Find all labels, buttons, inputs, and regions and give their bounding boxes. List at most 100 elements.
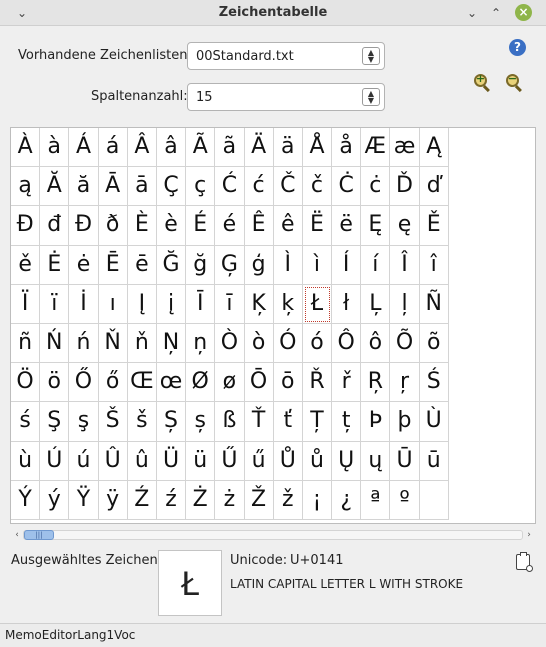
char-cell[interactable]: Đ (11, 206, 41, 246)
char-cell[interactable]: Ő (69, 363, 99, 403)
scroll-track[interactable] (23, 530, 523, 540)
char-cell[interactable]: ę (390, 206, 420, 246)
char-cell[interactable]: ø (215, 363, 245, 403)
char-cell[interactable] (419, 480, 449, 520)
char-cell[interactable]: Ë (302, 206, 333, 246)
char-cell[interactable]: Ů (273, 441, 303, 481)
char-cell[interactable]: ů (302, 441, 333, 481)
column-count-select[interactable]: 15 ▲ ▼ (187, 83, 385, 111)
char-cell[interactable]: œ (156, 363, 187, 403)
char-cell[interactable]: Ș (156, 402, 187, 442)
char-cell[interactable]: ä (273, 128, 303, 168)
scroll-thumb[interactable]: ||| (24, 530, 54, 540)
char-cell[interactable]: õ (419, 323, 449, 364)
char-cell[interactable]: ō (273, 363, 303, 403)
char-cell[interactable]: Ã (186, 128, 216, 168)
char-cell[interactable]: Ż (186, 480, 216, 520)
char-cell[interactable]: Č (273, 167, 303, 207)
char-cell[interactable]: É (186, 206, 216, 246)
minimize-icon[interactable]: ⌄ (462, 3, 482, 23)
char-cell[interactable]: ė (69, 245, 99, 285)
char-cell[interactable]: ģ (244, 245, 274, 285)
char-cell[interactable]: º (390, 480, 420, 520)
char-cell[interactable]: ¿ (332, 480, 362, 520)
char-cell[interactable]: Ď (390, 167, 420, 207)
char-cell[interactable]: Ț (302, 402, 333, 442)
char-cell[interactable]: ğ (186, 245, 216, 285)
char-cell[interactable]: Ý (11, 480, 41, 520)
char-cell[interactable]: Ę (361, 206, 391, 246)
char-cell[interactable]: Į (127, 284, 157, 324)
char-cell[interactable]: ç (186, 167, 216, 207)
char-cell[interactable]: Ě (419, 206, 449, 246)
char-cell[interactable]: Õ (390, 323, 420, 364)
char-cell[interactable]: Œ (127, 363, 157, 403)
char-cell[interactable]: ú (69, 441, 99, 481)
char-cell[interactable]: ï (40, 284, 70, 324)
char-cell[interactable]: ē (127, 245, 157, 285)
char-cell[interactable]: Ü (156, 441, 187, 481)
char-cell[interactable]: ¡ (302, 480, 333, 520)
char-cell[interactable]: Ù (419, 402, 449, 442)
char-cell[interactable]: Ķ (244, 284, 274, 324)
char-cell[interactable]: ň (127, 323, 157, 364)
char-cell[interactable]: ł (332, 284, 362, 324)
char-cell[interactable]: Ć (215, 167, 245, 207)
char-cell[interactable]: ð (98, 206, 128, 246)
char-cell[interactable]: Ř (302, 363, 333, 403)
char-cell[interactable]: û (127, 441, 157, 481)
maximize-icon[interactable]: ⌃ (486, 3, 506, 23)
char-cell[interactable]: Ň (98, 323, 128, 364)
char-cell[interactable]: Û (98, 441, 128, 481)
char-cell[interactable]: Â (127, 128, 157, 168)
char-lists-select[interactable]: 00Standard.txt ▲ ▼ (187, 42, 385, 70)
char-cell[interactable]: Ū (390, 441, 420, 481)
char-cell[interactable]: ŗ (390, 363, 420, 403)
char-cell[interactable]: ț (332, 402, 362, 442)
char-cell[interactable]: Ē (98, 245, 128, 285)
char-cell[interactable]: ť (273, 402, 303, 442)
char-cell[interactable]: đ (40, 206, 70, 246)
char-cell[interactable]: Æ (361, 128, 391, 168)
char-cell[interactable]: ń (69, 323, 99, 364)
char-cell[interactable]: ś (11, 402, 41, 442)
char-cell[interactable]: ó (302, 323, 333, 364)
char-cell[interactable]: Í (332, 245, 362, 285)
char-cell[interactable]: Ñ (419, 284, 449, 324)
char-cell[interactable]: ş (69, 402, 99, 442)
char-cell[interactable]: ī (215, 284, 245, 324)
char-cell[interactable]: Ļ (361, 284, 391, 324)
char-cell[interactable]: ñ (11, 323, 41, 364)
char-cell[interactable]: Ģ (215, 245, 245, 285)
close-icon[interactable]: × (515, 4, 532, 21)
char-cell[interactable]: Ç (156, 167, 187, 207)
char-cell[interactable]: ļ (390, 284, 420, 324)
char-cell[interactable]: ķ (273, 284, 303, 324)
char-cell[interactable]: İ (69, 284, 99, 324)
char-cell[interactable]: Ğ (156, 245, 187, 285)
char-cell[interactable]: Ú (40, 441, 70, 481)
char-cell[interactable]: é (215, 206, 245, 246)
char-cell[interactable]: Ó (273, 323, 303, 364)
char-cell[interactable]: ď (419, 167, 449, 207)
char-cell[interactable]: à (40, 128, 70, 168)
char-cell[interactable]: ª (361, 480, 391, 520)
zoom-out-icon[interactable]: − (506, 72, 524, 93)
char-cell[interactable]: Ă (40, 167, 70, 207)
char-cell[interactable]: ì (302, 245, 333, 285)
char-cell[interactable]: Á (69, 128, 99, 168)
char-cell[interactable]: Ű (215, 441, 245, 481)
char-cell[interactable]: ı (98, 284, 128, 324)
char-cell[interactable]: Ċ (332, 167, 362, 207)
char-cell[interactable]: Ų (332, 441, 362, 481)
char-cell[interactable]: ų (361, 441, 391, 481)
char-cell[interactable]: į (156, 284, 187, 324)
char-cell[interactable]: Ò (215, 323, 245, 364)
char-cell[interactable]: ő (98, 363, 128, 403)
char-cell[interactable]: á (98, 128, 128, 168)
char-cell[interactable]: Ô (332, 323, 362, 364)
char-cell[interactable]: í (361, 245, 391, 285)
char-cell[interactable]: Ä (244, 128, 274, 168)
char-cell[interactable]: ë (332, 206, 362, 246)
char-cell[interactable]: ÿ (98, 480, 128, 520)
